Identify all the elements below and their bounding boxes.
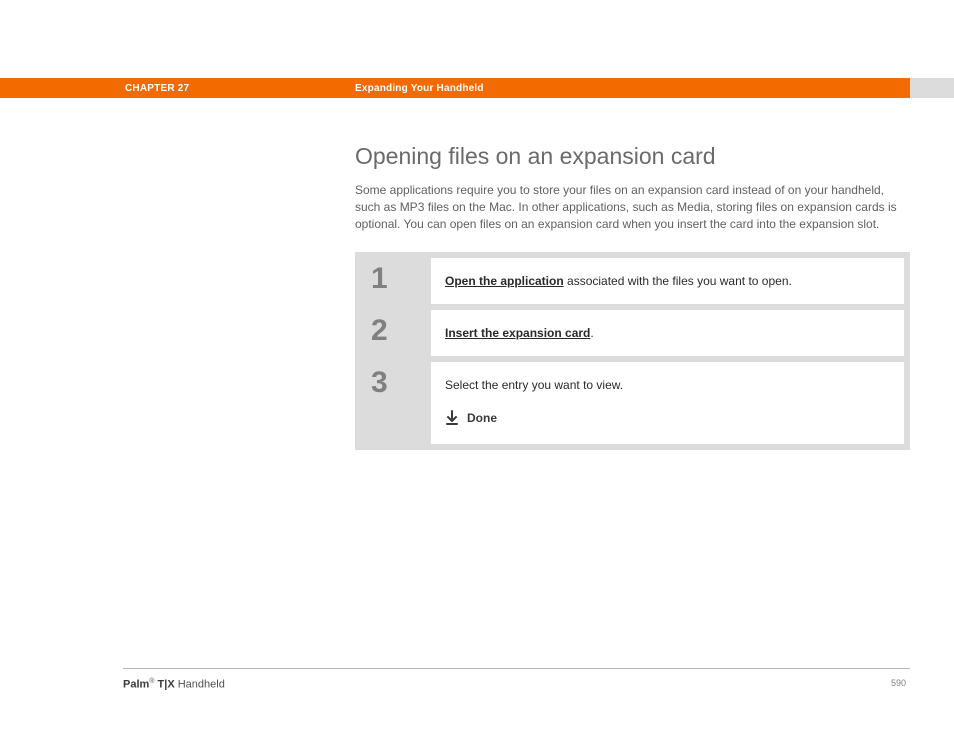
step-body: Insert the expansion card. [431,310,904,356]
step-number: 3 [371,368,388,398]
steps-container: 1 Open the application associated with t… [355,252,910,450]
step-link-insert-card[interactable]: Insert the expansion card [445,326,590,340]
step-body: Select the entry you want to view. Done [431,362,904,444]
done-row: Done [445,410,890,426]
intro-paragraph: Some applications require you to store y… [355,182,910,232]
footer-product-word: Handheld [175,679,225,691]
header-bar-edge [910,78,954,98]
footer-model: T|X [154,679,174,691]
step-text: . [590,326,593,340]
done-arrow-icon [445,410,459,426]
step-body: Open the application associated with the… [431,258,904,304]
footer-divider [123,668,910,669]
footer-brand: Palm [123,679,149,691]
chapter-label: CHAPTER 27 [125,83,189,94]
step-row: 3 Select the entry you want to view. Don… [361,362,904,444]
step-text: associated with the files you want to op… [564,274,792,288]
step-text: Select the entry you want to view. [445,378,890,392]
header-bar: CHAPTER 27 Expanding Your Handheld [0,78,910,98]
chapter-title: Expanding Your Handheld [355,83,484,94]
step-number-cell: 1 [361,258,431,304]
main-content: Opening files on an expansion card Some … [355,143,910,450]
step-number-cell: 3 [361,362,431,444]
step-link-open-application[interactable]: Open the application [445,274,564,288]
page-heading: Opening files on an expansion card [355,143,910,170]
step-row: 1 Open the application associated with t… [361,258,904,304]
step-number: 2 [371,316,388,346]
page-number: 590 [891,678,906,688]
step-number: 1 [371,264,388,294]
step-row: 2 Insert the expansion card. [361,310,904,356]
footer-product: Palm® T|X Handheld [123,678,225,691]
done-label: Done [467,411,497,425]
step-number-cell: 2 [361,310,431,356]
